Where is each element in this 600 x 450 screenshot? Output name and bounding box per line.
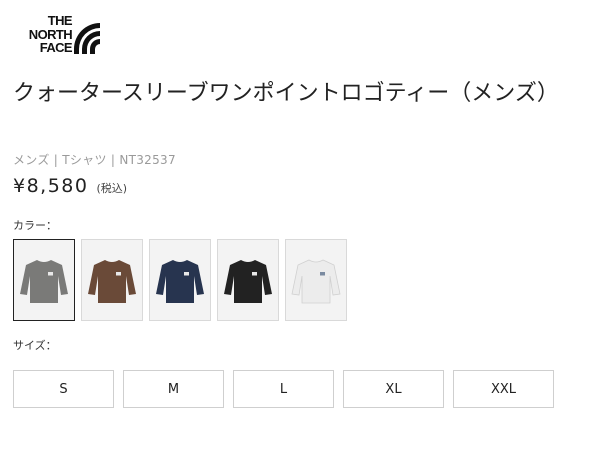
brand-logo-text: THE NORTH FACE	[28, 13, 73, 55]
color-label: カラー：	[13, 219, 57, 232]
brand-logo[interactable]: THE NORTH FACE	[12, 14, 104, 60]
tshirt-icon	[20, 260, 68, 303]
product-price: ¥8,580	[13, 175, 89, 197]
size-label: サイズ：	[13, 339, 57, 352]
tax-note: (税込)	[96, 182, 128, 195]
size-options: S M L XL XXL	[13, 370, 554, 408]
color-swatch[interactable]	[81, 239, 143, 321]
color-swatch[interactable]	[149, 239, 211, 321]
color-swatch[interactable]	[217, 239, 279, 321]
product-title: クォータースリーブワンポイントロゴティー（メンズ）	[13, 81, 559, 106]
product-meta: メンズ | Tシャツ | NT32537	[13, 153, 176, 167]
color-swatch[interactable]	[13, 239, 75, 321]
color-swatches	[13, 239, 347, 321]
size-button-xl[interactable]: XL	[343, 370, 444, 408]
half-dome-icon	[74, 23, 100, 54]
size-button-xxl[interactable]: XXL	[453, 370, 554, 408]
tshirt-icon	[88, 260, 136, 303]
price-row: ¥8,580 (税込)	[13, 175, 127, 197]
tshirt-icon	[156, 260, 204, 303]
size-button-l[interactable]: L	[233, 370, 334, 408]
size-button-m[interactable]: M	[123, 370, 224, 408]
tshirt-icon	[224, 260, 272, 303]
tshirt-icon	[291, 259, 341, 304]
color-swatch[interactable]	[285, 239, 347, 321]
size-button-s[interactable]: S	[13, 370, 114, 408]
